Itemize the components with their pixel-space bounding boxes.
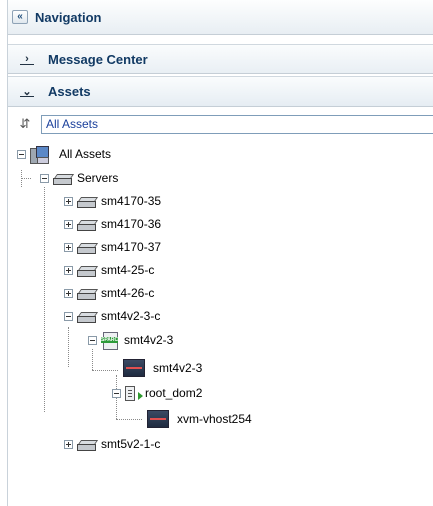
expand-toggle-icon[interactable] bbox=[64, 288, 73, 298]
collapse-toggle-icon[interactable] bbox=[64, 311, 73, 321]
assets-select[interactable]: All Assets ▼ bbox=[41, 115, 433, 134]
tree-node-label: smt4-25-c bbox=[101, 263, 155, 277]
vm-icon bbox=[147, 410, 169, 428]
expand-toggle-icon[interactable] bbox=[64, 219, 73, 229]
tree-node-label: sm4170-37 bbox=[101, 240, 162, 254]
tree-node-vm[interactable]: xvm-vhost254 bbox=[147, 409, 252, 429]
server-icon bbox=[77, 220, 96, 231]
tree-node-label: smt5v2-1-c bbox=[101, 437, 161, 451]
server-icon bbox=[77, 312, 96, 323]
host-icon: SPARC bbox=[101, 331, 118, 350]
tree-connector bbox=[92, 370, 118, 371]
navigation-header: « Navigation bbox=[8, 0, 433, 35]
server-icon bbox=[77, 440, 96, 451]
tree-node-label: sm4170-36 bbox=[101, 217, 162, 231]
chevron-right-icon[interactable]: › bbox=[20, 53, 34, 65]
tree-node-server[interactable]: sm4170-36 bbox=[64, 214, 161, 234]
tree-node-label: smt4v2-3 bbox=[153, 361, 203, 375]
tree-node-label: All Assets bbox=[59, 147, 112, 161]
tree-node-server[interactable]: sm4170-35 bbox=[64, 191, 161, 211]
tree-node-label: smt4v2-3-c bbox=[101, 309, 161, 323]
domain-icon bbox=[125, 385, 135, 401]
collapse-toggle-icon[interactable] bbox=[88, 335, 97, 345]
tree-node-label: root_dom2 bbox=[145, 386, 203, 400]
message-center-section-header[interactable]: › Message Center bbox=[8, 44, 433, 74]
collapse-toggle-icon[interactable] bbox=[40, 173, 49, 183]
tree-node-all-assets[interactable]: All Assets bbox=[17, 144, 111, 164]
tree-node-server[interactable]: sm4170-37 bbox=[64, 237, 161, 257]
assets-section-header[interactable]: ⌄ Assets bbox=[8, 76, 433, 107]
tree-connector bbox=[92, 349, 93, 370]
tree-node-label: xvm-vhost254 bbox=[177, 412, 252, 426]
tree-node-domain[interactable]: root_dom2 bbox=[112, 383, 202, 403]
expand-toggle-icon[interactable] bbox=[64, 439, 73, 449]
server-icon bbox=[77, 289, 96, 300]
tree-node-label: Servers bbox=[77, 171, 119, 185]
tree-connector bbox=[116, 419, 142, 420]
server-icon bbox=[77, 197, 96, 208]
tree-node-label: sm4170-35 bbox=[101, 194, 162, 208]
navigation-title: Navigation bbox=[35, 9, 102, 25]
tree-node-host[interactable]: SPARC smt4v2-3 bbox=[88, 330, 173, 350]
tree-connector bbox=[68, 327, 69, 367]
running-status-icon bbox=[138, 392, 143, 400]
tree-node-server[interactable]: smt4-26-c bbox=[64, 283, 154, 303]
tree-node-label: smt4v2-3 bbox=[124, 333, 174, 347]
server-icon bbox=[53, 174, 72, 185]
expand-toggle-icon[interactable] bbox=[64, 242, 73, 252]
collapse-toggle-icon[interactable] bbox=[112, 388, 121, 398]
message-center-label: Message Center bbox=[48, 51, 148, 67]
chevron-down-icon[interactable]: ⌄ bbox=[20, 86, 34, 98]
collapse-toggle-icon[interactable] bbox=[17, 149, 26, 159]
expand-toggle-icon[interactable] bbox=[64, 265, 73, 275]
tree-node-servers[interactable]: Servers bbox=[40, 168, 118, 188]
tree-node-label: smt4-26-c bbox=[101, 286, 155, 300]
assets-label: Assets bbox=[48, 84, 91, 99]
assets-icon bbox=[30, 145, 49, 164]
tree-node-vm[interactable]: smt4v2-3 bbox=[123, 358, 202, 378]
double-chevron-left-icon[interactable]: « bbox=[12, 10, 28, 24]
server-icon bbox=[77, 243, 96, 254]
assets-select-value: All Assets bbox=[46, 117, 99, 131]
tree-node-server[interactable]: smt4v2-3-c bbox=[64, 306, 160, 326]
refresh-icon[interactable]: ⇵ bbox=[18, 117, 32, 131]
tree-node-server[interactable]: smt4-25-c bbox=[64, 260, 154, 280]
vm-icon bbox=[123, 359, 145, 377]
tree-node-server[interactable]: smt5v2-1-c bbox=[64, 434, 160, 454]
server-icon bbox=[77, 266, 96, 277]
assets-selector-row: ⇵ All Assets ▼ bbox=[8, 114, 433, 136]
expand-toggle-icon[interactable] bbox=[64, 196, 73, 206]
tree-connector bbox=[21, 178, 31, 179]
navigation-panel: « Navigation › Message Center ⌄ Assets ⇵… bbox=[7, 0, 433, 506]
tree-connector bbox=[44, 187, 45, 412]
